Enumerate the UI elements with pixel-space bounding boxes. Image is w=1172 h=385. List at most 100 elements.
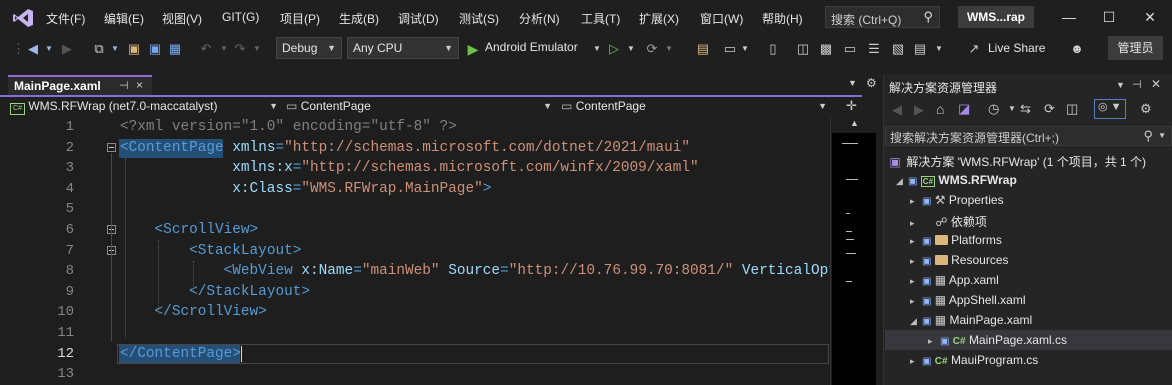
start-dropdown-icon[interactable]: ▼ bbox=[626, 40, 636, 58]
hot-reload-icon[interactable]: ⟳ bbox=[644, 40, 660, 58]
close-window-button[interactable]: ✕ bbox=[1140, 8, 1160, 26]
type-navigation-select[interactable]: ▭ ContentPage ▼ bbox=[286, 98, 556, 115]
search-options-icon[interactable]: ▼ bbox=[1158, 131, 1166, 140]
code-line: </ScrollView> bbox=[120, 304, 267, 320]
search-box[interactable]: 搜索 (Ctrl+Q) ⚲ bbox=[825, 6, 940, 28]
line-number: 4 bbox=[65, 180, 74, 197]
refresh-icon[interactable]: ⟳ bbox=[1044, 101, 1055, 117]
tree-item-appshell-xaml[interactable]: ▸ ▣ ▦ AppShell.xaml bbox=[910, 293, 1026, 307]
device-dropdown-icon[interactable]: ▼ bbox=[740, 40, 750, 58]
open-folder-icon[interactable]: ▣ bbox=[125, 40, 143, 58]
show-all-files-toggle[interactable]: ◎ ▼ bbox=[1094, 99, 1126, 119]
settings-gear-icon[interactable]: ⚙ bbox=[866, 76, 877, 90]
tree-item-app-xaml[interactable]: ▸ ▣ ▦ App.xaml bbox=[910, 273, 999, 287]
save-all-icon[interactable]: ▦ bbox=[167, 40, 183, 58]
menu-debug[interactable]: 调试(D) bbox=[398, 10, 439, 27]
split-editor-icon[interactable]: ✛ bbox=[846, 98, 857, 114]
close-tab-icon[interactable]: × bbox=[136, 78, 143, 92]
collapse-all-icon[interactable]: ◫ bbox=[1066, 101, 1078, 117]
navigate-forward-icon[interactable]: ▶ bbox=[58, 40, 76, 58]
toolbox-icon[interactable]: ◫ bbox=[795, 40, 811, 58]
toolbar-overflow-icon[interactable]: ▼ bbox=[934, 40, 944, 58]
camera-icon[interactable]: ▩ bbox=[818, 40, 834, 58]
hot-reload-dropdown-icon[interactable]: ▼ bbox=[664, 40, 674, 58]
tab-list-dropdown-icon[interactable]: ▼ bbox=[848, 78, 857, 88]
navigate-back-icon[interactable]: ◀ bbox=[24, 40, 42, 58]
home-icon[interactable]: ⌂ bbox=[936, 101, 944, 117]
project-navigation-select[interactable]: C# WMS.RFWrap (net7.0-maccatalyst) ▼ bbox=[10, 98, 282, 115]
menu-git[interactable]: GIT(G) bbox=[222, 10, 259, 24]
scroll-up-icon[interactable]: ▲ bbox=[850, 118, 859, 128]
configuration-value: Debug bbox=[282, 41, 318, 55]
menu-help[interactable]: 帮助(H) bbox=[762, 10, 803, 27]
new-project-icon[interactable]: ⧉ bbox=[90, 40, 108, 58]
menu-project[interactable]: 项目(P) bbox=[280, 10, 320, 27]
android-device-icon[interactable]: ▯ bbox=[765, 40, 781, 58]
solution-explorer-search[interactable]: 搜索解决方案资源管理器(Ctrl+;) ⚲ ▼ bbox=[885, 126, 1172, 146]
sync-with-active-document-icon[interactable]: ⇆ bbox=[1020, 101, 1031, 117]
solution-platform-select[interactable]: Any CPU ▼ bbox=[347, 37, 459, 59]
close-panel-icon[interactable]: ✕ bbox=[1151, 77, 1161, 91]
back-dropdown-icon[interactable]: ▼ bbox=[44, 40, 54, 58]
tree-item-platforms[interactable]: ▸ ▣ Platforms bbox=[910, 233, 1002, 247]
device-manager-icon[interactable]: ▭ bbox=[722, 40, 738, 58]
tab-mainpage-xaml[interactable]: MainPage.xaml ⊣ × bbox=[8, 75, 152, 96]
menu-tools[interactable]: 工具(T) bbox=[581, 10, 620, 27]
new-dropdown-icon[interactable]: ▼ bbox=[110, 40, 120, 58]
menu-extensions[interactable]: 扩展(X) bbox=[639, 10, 679, 27]
lock-icon: ▣ bbox=[940, 336, 950, 347]
member-navigation-select[interactable]: ▭ ContentPage ▼ bbox=[561, 98, 831, 115]
menu-view[interactable]: 视图(V) bbox=[162, 10, 202, 27]
redo-dropdown-icon[interactable]: ▼ bbox=[252, 40, 262, 58]
collapse-content-page-icon[interactable] bbox=[107, 143, 116, 152]
feedback-icon[interactable]: ☻ bbox=[1068, 40, 1086, 58]
tree-item-dependencies[interactable]: ▸ ☍ 依赖项 bbox=[910, 213, 987, 230]
line-number: 8 bbox=[65, 263, 74, 280]
back-icon[interactable]: ◀ bbox=[892, 102, 902, 118]
task-list-icon[interactable]: ☰ bbox=[866, 40, 882, 58]
live-share-button[interactable]: Live Share bbox=[988, 41, 1045, 55]
pin-panel-icon[interactable]: ⊣ bbox=[1132, 78, 1142, 91]
terminal-icon[interactable]: ▭ bbox=[842, 40, 858, 58]
tree-item-properties[interactable]: ▸ ▣ ⚒ Properties bbox=[910, 193, 1004, 207]
minimap-viewport[interactable] bbox=[832, 133, 876, 385]
menu-test[interactable]: 测试(S) bbox=[459, 10, 499, 27]
menu-file[interactable]: 文件(F) bbox=[46, 10, 85, 27]
run-target-button[interactable]: Android Emulator bbox=[485, 40, 578, 54]
forward-icon[interactable]: ▶ bbox=[914, 102, 924, 118]
tree-item-project[interactable]: ◢ ▣ C# WMS.RFWrap bbox=[896, 173, 1017, 187]
menu-edit[interactable]: 编辑(E) bbox=[104, 10, 144, 27]
run-target-dropdown-icon[interactable]: ▼ bbox=[592, 40, 602, 58]
bookmark-icon[interactable]: ▧ bbox=[890, 40, 906, 58]
minimize-button[interactable]: — bbox=[1059, 8, 1079, 26]
tree-item-mainpage-xaml-cs[interactable]: ▸ ▣ C# MainPage.xaml.cs bbox=[928, 333, 1067, 347]
filter-dropdown-icon[interactable]: ▼ bbox=[1008, 104, 1016, 113]
tree-item-mainpage-xaml[interactable]: ◢ ▣ ▦ MainPage.xaml bbox=[910, 313, 1032, 327]
tree-item-mauiprogram-cs[interactable]: ▸ ▣ C# MauiProgram.cs bbox=[910, 353, 1038, 367]
comment-icon[interactable]: ▤ bbox=[912, 40, 928, 58]
start-debugging-icon[interactable]: ▶ bbox=[465, 40, 481, 58]
live-share-icon[interactable]: ↗ bbox=[965, 40, 983, 58]
redo-icon[interactable]: ↷ bbox=[232, 40, 248, 58]
pending-changes-filter-icon[interactable]: ◷ bbox=[988, 101, 999, 117]
code-token: </ContentPage> bbox=[120, 345, 241, 362]
pin-tab-icon[interactable]: ⊣ bbox=[119, 79, 129, 92]
maximize-button[interactable]: ☐ bbox=[1099, 8, 1119, 26]
solution-configuration-select[interactable]: Debug ▼ bbox=[276, 37, 342, 59]
start-without-debugging-icon[interactable]: ▷ bbox=[606, 40, 622, 58]
save-icon[interactable]: ▣ bbox=[147, 40, 163, 58]
code-token: "http://schemas.microsoft.com/dotnet/202… bbox=[284, 139, 690, 156]
browse-folder-icon[interactable]: ▤ bbox=[695, 40, 711, 58]
menu-build[interactable]: 生成(B) bbox=[339, 10, 379, 27]
tree-item-solution[interactable]: ▣ 解决方案 'WMS.RFWrap' (1 个项目，共 1 个) bbox=[887, 153, 1146, 170]
undo-icon[interactable]: ↶ bbox=[198, 40, 214, 58]
undo-dropdown-icon[interactable]: ▼ bbox=[219, 40, 229, 58]
menu-analyze[interactable]: 分析(N) bbox=[519, 10, 560, 27]
tree-item-resources[interactable]: ▸ ▣ Resources bbox=[910, 253, 1009, 267]
properties-icon[interactable]: ⚙ bbox=[1140, 101, 1152, 117]
panel-options-icon[interactable]: ▼ bbox=[1116, 80, 1125, 90]
menu-window[interactable]: 窗口(W) bbox=[700, 10, 743, 27]
switch-views-icon[interactable]: ◪ bbox=[958, 101, 970, 117]
